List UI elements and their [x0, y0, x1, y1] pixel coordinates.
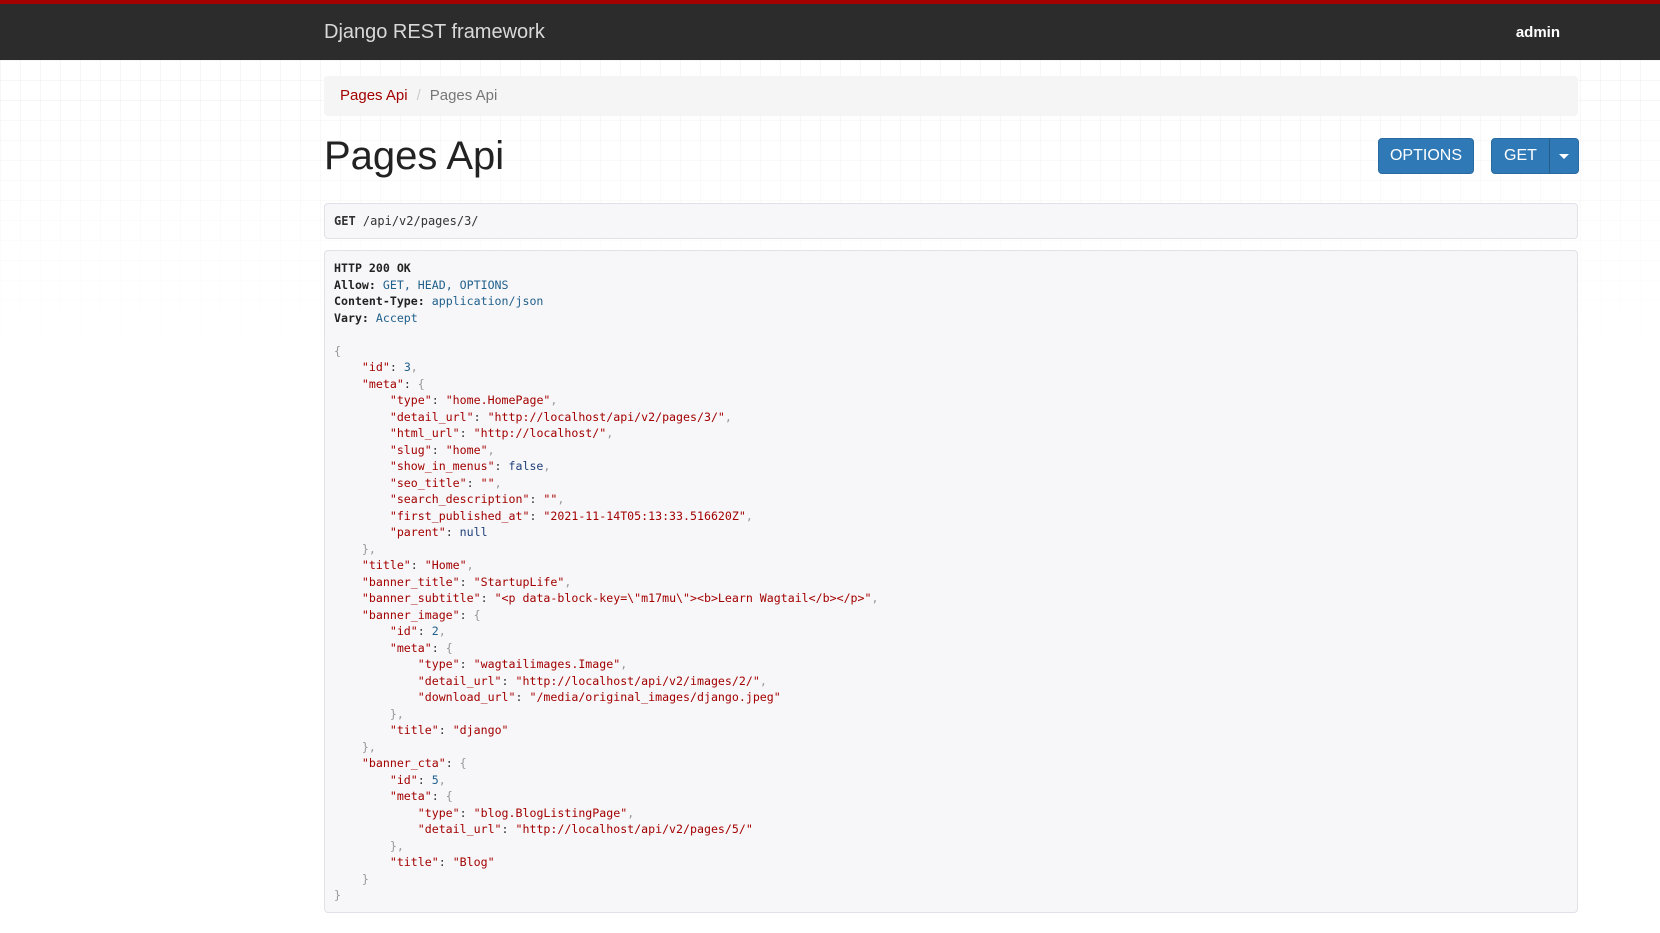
breadcrumb: Pages Api / Pages Api	[324, 76, 1578, 116]
json-banner-image-meta-type: "wagtailimages.Image"	[473, 657, 621, 671]
options-button[interactable]: OPTIONS	[1378, 138, 1474, 174]
json-banner-title: "StartupLife"	[473, 574, 565, 589]
page-title: Pages Api	[324, 134, 505, 178]
json-meta-html-url: "http://localhost/"	[473, 426, 607, 440]
get-button-group: GET	[1491, 138, 1579, 174]
header-vary-value: Accept	[375, 310, 418, 325]
header-vary-key: Vary:	[334, 310, 369, 325]
json-meta-parent: null	[459, 525, 488, 539]
user-menu[interactable]: admin	[1516, 24, 1560, 41]
json-id: 3	[403, 360, 411, 374]
caret-down-icon	[1559, 153, 1569, 159]
header-content-type-key: Content-Type:	[334, 294, 425, 308]
top-navbar: Django REST framework admin	[0, 0, 1660, 60]
header-allow-key: Allow:	[334, 277, 376, 292]
json-meta-seo-title: ""	[480, 475, 495, 490]
json-banner-subtitle: "<p data-block-key=\"m17mu\"><b>Learn Wa…	[494, 591, 872, 605]
json-banner-image-meta-detail-url: "http://localhost/api/v2/images/2/"	[515, 673, 760, 688]
request-info: GET /api/v2/pages/3/	[324, 203, 1578, 239]
json-banner-cta-meta-type: "blog.BlogListingPage"	[473, 805, 628, 820]
json-title: "Home"	[424, 558, 467, 572]
json-meta-type: "home.HomePage"	[445, 393, 551, 407]
brand-link[interactable]: Django REST framework	[324, 21, 545, 44]
header-content-type-value: application/json	[431, 294, 544, 308]
breadcrumb-link[interactable]: Pages Api	[340, 87, 408, 104]
json-meta-search-description: ""	[543, 492, 558, 506]
json-meta-slug: "home"	[445, 442, 488, 457]
json-banner-cta-id: 5	[431, 772, 439, 787]
json-meta-show-in-menus: false	[508, 459, 544, 473]
get-dropdown-toggle[interactable]	[1550, 139, 1578, 173]
breadcrumb-active: Pages Api	[429, 87, 498, 104]
json-banner-cta-meta-detail-url: "http://localhost/api/v2/pages/5/"	[515, 822, 753, 836]
response-status: HTTP 200 OK	[334, 261, 411, 275]
request-path: /api/v2/pages/3/	[362, 214, 479, 228]
request-method: GET	[334, 214, 356, 228]
get-button[interactable]: GET	[1492, 139, 1550, 173]
json-meta-first-published-at: "2021-11-14T05:13:33.516620Z"	[543, 508, 746, 523]
header-allow-value: GET, HEAD, OPTIONS	[382, 277, 509, 292]
response-body: HTTP 200 OK Allow: GET, HEAD, OPTIONS Co…	[324, 250, 1578, 913]
json-banner-cta-title: "Blog"	[452, 855, 495, 869]
json-meta-detail-url: "http://localhost/api/v2/pages/3/"	[487, 409, 725, 424]
json-banner-image-meta-download-url: "/media/original_images/django.jpeg"	[529, 690, 781, 704]
json-banner-image-title: "django"	[452, 723, 509, 737]
breadcrumb-separator: /	[416, 87, 421, 104]
json-banner-image-id: 2	[431, 624, 439, 638]
